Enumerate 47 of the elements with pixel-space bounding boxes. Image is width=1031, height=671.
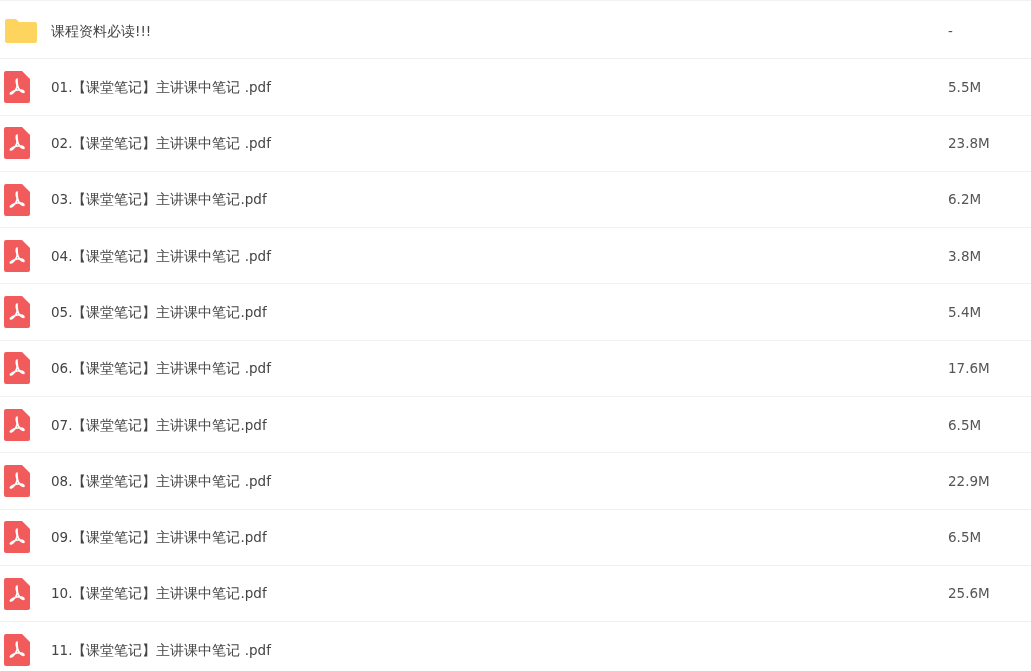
file-size: 6.5M <box>948 415 983 435</box>
file-size: 5.5M <box>948 77 983 97</box>
file-name: 09.【课堂笔记】主讲课中笔记.pdf <box>51 528 268 548</box>
file-name: 04.【课堂笔记】主讲课中笔记 .pdf <box>51 246 273 266</box>
file-size: 6.2M <box>948 190 983 210</box>
file-size: 22.9M <box>948 471 991 491</box>
file-name: 01.【课堂笔记】主讲课中笔记 .pdf <box>51 77 273 97</box>
file-name: 11.【课堂笔记】主讲课中笔记 .pdf <box>51 640 273 660</box>
pdf-file-icon <box>4 183 30 216</box>
file-size: 25.6M <box>948 584 991 604</box>
file-size: 3.8M <box>948 246 983 266</box>
file-row[interactable]: 04.【课堂笔记】主讲课中笔记 .pdf 3.8M <box>0 228 1031 285</box>
file-row[interactable]: 11.【课堂笔记】主讲课中笔记 .pdf <box>0 622 1031 671</box>
file-row[interactable]: 10.【课堂笔记】主讲课中笔记.pdf 25.6M <box>0 565 1031 623</box>
file-name: 05.【课堂笔记】主讲课中笔记.pdf <box>51 303 268 322</box>
file-size: - <box>948 21 954 41</box>
pdf-file-icon <box>4 239 30 272</box>
file-row[interactable]: 08.【课堂笔记】主讲课中笔记 .pdf 22.9M <box>0 453 1031 510</box>
pdf-file-icon <box>4 465 30 497</box>
pdf-file-icon <box>4 521 30 554</box>
file-row[interactable]: 09.【课堂笔记】主讲课中笔记.pdf 6.5M <box>0 509 1031 566</box>
file-row[interactable]: 课程资料必读!!! - <box>0 3 1031 60</box>
pdf-file-icon <box>4 408 30 441</box>
file-size: 6.5M <box>948 528 983 548</box>
file-row[interactable]: 01.【课堂笔记】主讲课中笔记 .pdf 5.5M <box>0 59 1031 116</box>
pdf-file-icon <box>4 577 30 610</box>
pdf-file-icon <box>4 70 30 103</box>
file-row[interactable]: 05.【课堂笔记】主讲课中笔记.pdf 5.4M <box>0 284 1031 341</box>
file-size: 23.8M <box>948 134 991 154</box>
file-name: 08.【课堂笔记】主讲课中笔记 .pdf <box>51 471 273 491</box>
pdf-file-icon <box>4 633 30 666</box>
file-row[interactable]: 02.【课堂笔记】主讲课中笔记 .pdf 23.8M <box>0 115 1031 172</box>
file-name: 课程资料必读!!! <box>51 21 153 41</box>
file-row[interactable]: 03.【课堂笔记】主讲课中笔记.pdf 6.2M <box>0 171 1031 229</box>
file-row[interactable]: 06.【课堂笔记】主讲课中笔记 .pdf 17.6M <box>0 340 1031 398</box>
file-name: 03.【课堂笔记】主讲课中笔记.pdf <box>51 190 268 210</box>
file-size: 17.6M <box>948 359 991 379</box>
file-name: 06.【课堂笔记】主讲课中笔记 .pdf <box>51 359 273 379</box>
file-name: 02.【课堂笔记】主讲课中笔记 .pdf <box>51 134 273 154</box>
file-name: 07.【课堂笔记】主讲课中笔记.pdf <box>51 415 268 435</box>
pdf-file-icon <box>4 352 30 385</box>
pdf-file-icon <box>4 127 30 160</box>
file-size: 5.4M <box>948 303 983 322</box>
folder-icon <box>4 17 38 44</box>
file-name: 10.【课堂笔记】主讲课中笔记.pdf <box>51 584 268 604</box>
file-row[interactable]: 07.【课堂笔记】主讲课中笔记.pdf 6.5M <box>0 397 1031 454</box>
pdf-file-icon <box>4 296 30 329</box>
